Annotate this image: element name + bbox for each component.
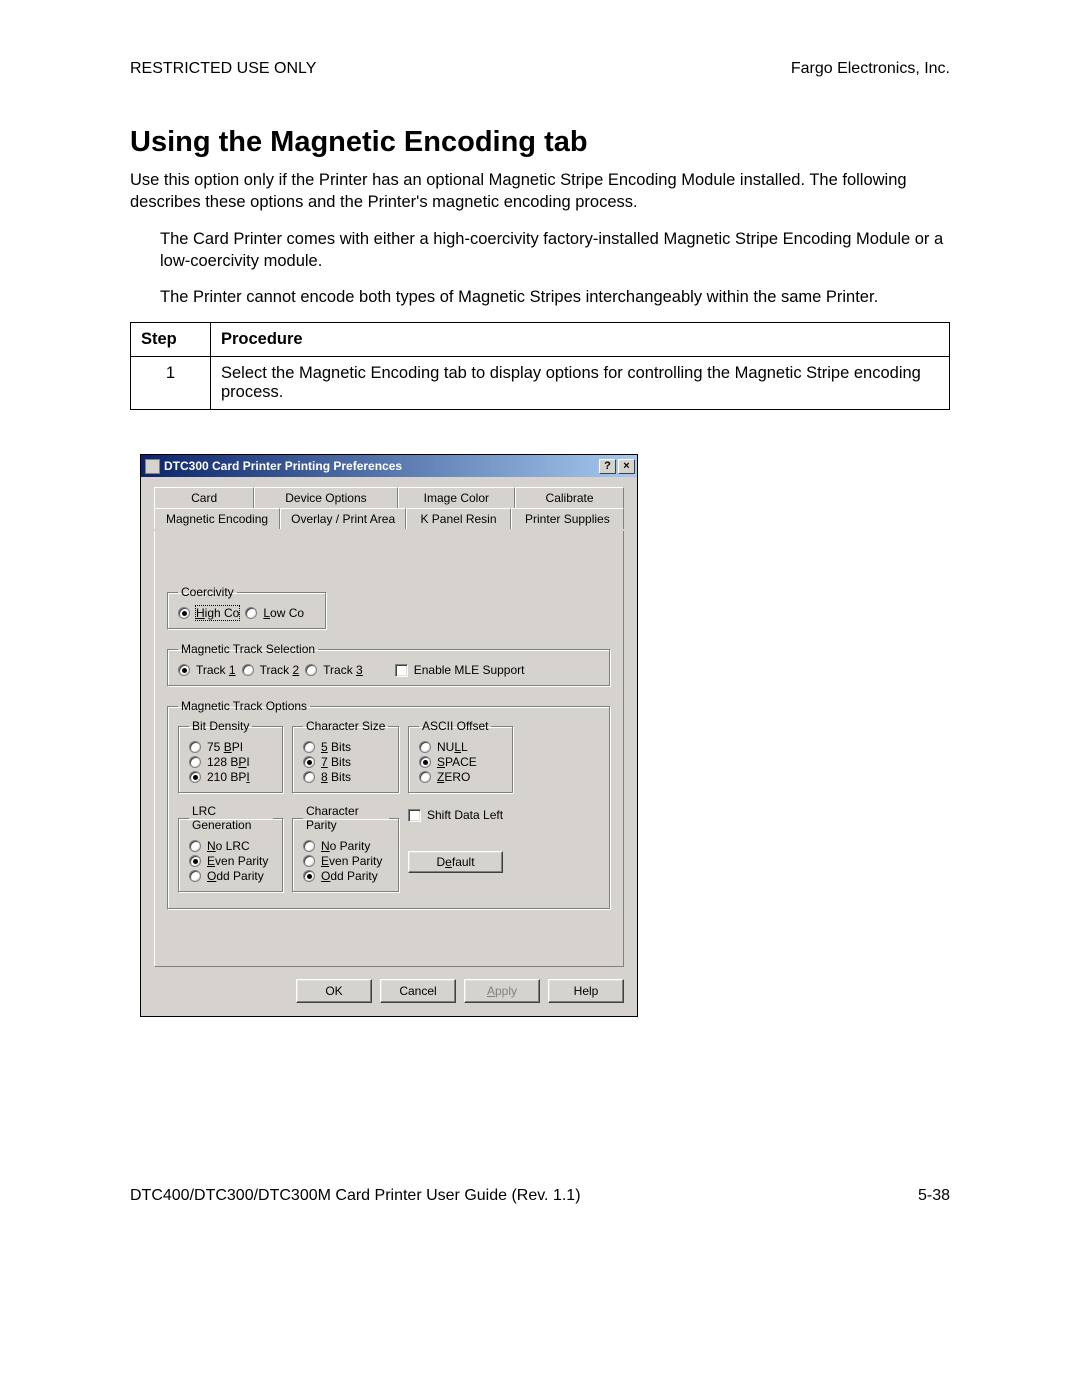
help-icon[interactable]: ? <box>599 459 616 474</box>
radio-parity-odd[interactable]: Odd Parity <box>303 869 389 883</box>
bit-density-group: Bit Density 75 BPI 128 BPI 210 BPI <box>178 719 284 794</box>
radio-75-bpi[interactable]: 75 BPI <box>189 740 273 754</box>
bullet-1: The Card Printer comes with either a hig… <box>130 228 950 273</box>
radio-zero[interactable]: ZERO <box>419 770 503 784</box>
lrc-group: LRC Generation No LRC Even Parity Odd Pa… <box>178 804 284 893</box>
help-button[interactable]: Help <box>548 979 624 1003</box>
track-selection-group: Magnetic Track Selection Track 1 Track 2 <box>167 642 611 687</box>
tab-overlay-print-area[interactable]: Overlay / Print Area <box>280 508 406 529</box>
tab-image-color[interactable]: Image Color <box>398 487 516 508</box>
intro-text: Use this option only if the Printer has … <box>130 169 950 214</box>
footer-left: DTC400/DTC300/DTC300M Card Printer User … <box>130 1187 581 1205</box>
app-icon <box>145 459 160 474</box>
radio-128-bpi[interactable]: 128 BPI <box>189 755 273 769</box>
titlebar[interactable]: DTC300 Card Printer Printing Preferences… <box>141 455 637 477</box>
bullet-2: The Printer cannot encode both types of … <box>130 286 950 308</box>
header-right: Fargo Electronics, Inc. <box>791 60 950 78</box>
ascii-offset-legend: ASCII Offset <box>419 719 491 733</box>
char-parity-legend: Character Parity <box>303 804 389 832</box>
radio-no-lrc[interactable]: No LRC <box>189 839 273 853</box>
checkbox-mle[interactable]: Enable MLE Support <box>395 663 525 677</box>
radio-lrc-odd[interactable]: Odd Parity <box>189 869 273 883</box>
char-size-group: Character Size 5 Bits 7 Bits 8 Bits <box>292 719 400 794</box>
footer-right: 5-38 <box>918 1187 950 1205</box>
radio-no-parity[interactable]: No Parity <box>303 839 389 853</box>
header-left: RESTRICTED USE ONLY <box>130 60 316 78</box>
radio-space[interactable]: SPACE <box>419 755 503 769</box>
bit-density-legend: Bit Density <box>189 719 252 733</box>
dialog-title: DTC300 Card Printer Printing Preferences <box>164 459 597 473</box>
close-icon[interactable]: × <box>618 459 635 474</box>
ok-button[interactable]: OK <box>296 979 372 1003</box>
page-title: Using the Magnetic Encoding tab <box>130 126 950 159</box>
radio-5-bits[interactable]: 5 Bits <box>303 740 389 754</box>
tab-device-options[interactable]: Device Options <box>254 487 397 508</box>
char-parity-group: Character Parity No Parity Even Parity O… <box>292 804 400 893</box>
coercivity-legend: Coercivity <box>178 585 237 599</box>
radio-210-bpi[interactable]: 210 BPI <box>189 770 273 784</box>
track-options-legend: Magnetic Track Options <box>178 699 310 713</box>
tab-content: Coercivity High Co Low Co <box>154 531 624 967</box>
th-step: Step <box>131 323 211 357</box>
preferences-dialog: DTC300 Card Printer Printing Preferences… <box>140 454 638 1017</box>
lrc-legend: LRC Generation <box>189 804 273 832</box>
track-options-group: Magnetic Track Options Bit Density 75 BP… <box>167 699 611 910</box>
radio-parity-even[interactable]: Even Parity <box>303 854 389 868</box>
cancel-button[interactable]: Cancel <box>380 979 456 1003</box>
ascii-offset-group: ASCII Offset NULL SPACE ZERO <box>408 719 514 794</box>
radio-null[interactable]: NULL <box>419 740 503 754</box>
apply-button[interactable]: Apply <box>464 979 540 1003</box>
radio-high-co[interactable]: High Co <box>178 606 239 620</box>
radio-low-co[interactable]: Low Co <box>245 606 304 620</box>
radio-track-1[interactable]: Track 1 <box>178 663 236 677</box>
tab-card[interactable]: Card <box>154 487 254 508</box>
char-size-legend: Character Size <box>303 719 388 733</box>
radio-lrc-even[interactable]: Even Parity <box>189 854 273 868</box>
radio-track-3[interactable]: Track 3 <box>305 663 363 677</box>
default-button[interactable]: Default <box>408 851 503 873</box>
step-number: 1 <box>131 357 211 410</box>
radio-8-bits[interactable]: 8 Bits <box>303 770 389 784</box>
coercivity-group: Coercivity High Co Low Co <box>167 585 327 630</box>
track-selection-legend: Magnetic Track Selection <box>178 642 318 656</box>
tab-magnetic-encoding[interactable]: Magnetic Encoding <box>154 508 280 529</box>
tab-calibrate[interactable]: Calibrate <box>515 487 624 508</box>
th-procedure: Procedure <box>211 323 950 357</box>
step-procedure: Select the Magnetic Encoding tab to disp… <box>211 357 950 410</box>
procedure-table: Step Procedure 1 Select the Magnetic Enc… <box>130 322 950 410</box>
checkbox-shift-data[interactable]: Shift Data Left <box>408 808 503 822</box>
tab-strip: Card Device Options Image Color Calibrat… <box>154 487 624 531</box>
tab-printer-supplies[interactable]: Printer Supplies <box>511 508 624 529</box>
tab-k-panel-resin[interactable]: K Panel Resin <box>406 508 511 529</box>
radio-7-bits[interactable]: 7 Bits <box>303 755 389 769</box>
radio-track-2[interactable]: Track 2 <box>242 663 300 677</box>
